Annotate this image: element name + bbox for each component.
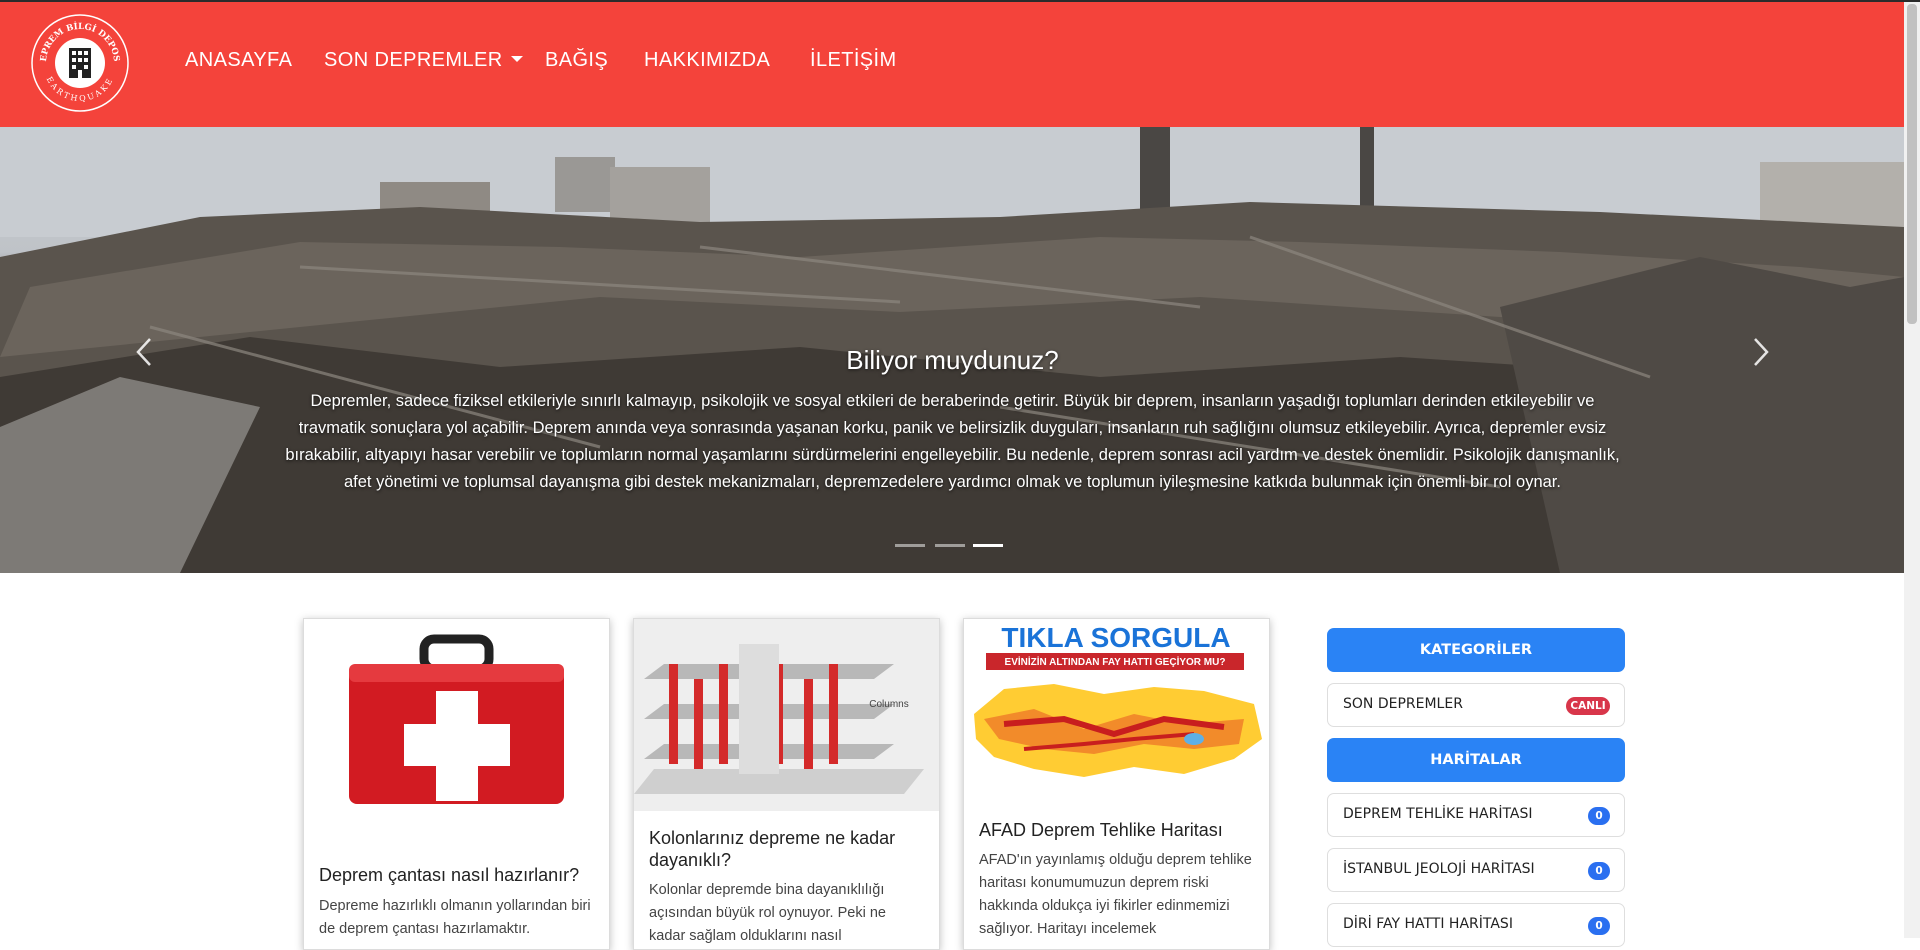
count-badge: 0	[1588, 862, 1610, 880]
nav-home[interactable]: ANASAYFA	[185, 49, 292, 72]
map-item-label: DİRİ FAY HATTI HARİTASI	[1343, 916, 1513, 932]
nav-contact[interactable]: İLETİŞİM	[810, 49, 897, 72]
card-title[interactable]: Deprem çantası nasıl hazırlanır?	[319, 864, 579, 886]
category-item-label: SON DEPREMLER	[1343, 696, 1463, 712]
carousel-prev-button[interactable]	[130, 327, 160, 377]
count-badge: 0	[1588, 807, 1610, 825]
live-badge: CANLI	[1566, 697, 1610, 715]
svg-text:Columns: Columns	[869, 699, 908, 710]
first-aid-kit-image	[304, 619, 609, 811]
page-scrollbar[interactable]	[1904, 2, 1920, 938]
building-logo-icon: DEPREM BİLGİ DEPOSU EARTHQUAKE	[30, 13, 129, 112]
category-item-son-depremler[interactable]: SON DEPREMLER CANLI	[1327, 683, 1625, 727]
nav-recent-earthquakes-label: SON DEPREMLER	[324, 49, 503, 71]
article-card[interactable]: Columns Kolonlarınız depreme ne kadar da…	[633, 618, 940, 950]
nav-recent-earthquakes[interactable]: SON DEPREMLER	[324, 49, 523, 72]
article-card[interactable]: TIKLA SORGULA EVİNİZİN ALTINDAN FAY HATT…	[963, 618, 1270, 950]
svg-text:EVİNİZİN ALTINDAN FAY HATTI GE: EVİNİZİN ALTINDAN FAY HATTI GEÇİYOR MU?	[1005, 655, 1226, 668]
hero-carousel: Biliyor muydunuz? Depremler, sadece fizi…	[0, 127, 1904, 573]
carousel-indicator-active[interactable]	[973, 544, 1003, 547]
chevron-down-icon	[510, 55, 523, 62]
carousel-caption-title: Biliyor muydunuz?	[846, 345, 1059, 375]
carousel-next-button[interactable]	[1745, 327, 1775, 377]
article-card[interactable]: Deprem çantası nasıl hazırlanır? Depreme…	[303, 618, 610, 950]
hazard-map-image: TIKLA SORGULA EVİNİZİN ALTINDAN FAY HATT…	[964, 619, 1269, 811]
site-logo[interactable]: DEPREM BİLGİ DEPOSU EARTHQUAKE	[30, 13, 130, 113]
building-columns-icon: Columns	[634, 619, 939, 811]
carousel-indicators	[0, 544, 1904, 548]
chevron-left-icon	[136, 338, 151, 366]
carousel-indicator[interactable]	[935, 544, 965, 547]
card-text: Depreme hazırlıklı olmanın yollarından b…	[319, 898, 591, 937]
navbar: DEPREM BİLGİ DEPOSU EARTHQUAKE ANASAYFA …	[0, 2, 1904, 127]
scrollbar-thumb[interactable]	[1907, 4, 1917, 324]
turkey-fault-map-icon: TIKLA SORGULA EVİNİZİN ALTINDAN FAY HATT…	[964, 619, 1269, 811]
carousel-caption: Biliyor muydunuz? Depremler, sadece fizi…	[285, 345, 1620, 496]
card-title[interactable]: Kolonlarınız depreme ne kadar dayanıklı?	[649, 827, 939, 871]
count-badge: 0	[1588, 917, 1610, 935]
chevron-right-icon	[1754, 338, 1769, 366]
first-aid-kit-icon	[304, 619, 609, 811]
map-item-label: DEPREM TEHLİKE HARİTASI	[1343, 806, 1533, 822]
card-title[interactable]: AFAD Deprem Tehlike Haritası	[979, 819, 1223, 841]
categories-header: KATEGORİLER	[1327, 628, 1625, 672]
map-item-label: İSTANBUL JEOLOJİ HARİTASI	[1343, 861, 1535, 877]
map-item-istanbul-jeoloji[interactable]: İSTANBUL JEOLOJİ HARİTASI 0	[1327, 848, 1625, 892]
svg-text:TIKLA SORGULA: TIKLA SORGULA	[1001, 622, 1230, 653]
carousel-caption-text: Depremler, sadece fiziksel etkileriyle s…	[285, 392, 1620, 491]
maps-header: HARİTALAR	[1327, 738, 1625, 782]
card-text: AFAD'ın yayınlamış olduğu deprem tehlike…	[979, 852, 1252, 937]
building-columns-image: Columns	[634, 619, 939, 811]
map-item-diri-fay-hatti[interactable]: DİRİ FAY HATTI HARİTASI 0	[1327, 903, 1625, 947]
nav-about[interactable]: HAKKIMIZDA	[644, 49, 770, 72]
carousel-indicator[interactable]	[895, 544, 925, 547]
map-item-deprem-tehlike[interactable]: DEPREM TEHLİKE HARİTASI 0	[1327, 793, 1625, 837]
nav-donate[interactable]: BAĞIŞ	[545, 49, 608, 72]
